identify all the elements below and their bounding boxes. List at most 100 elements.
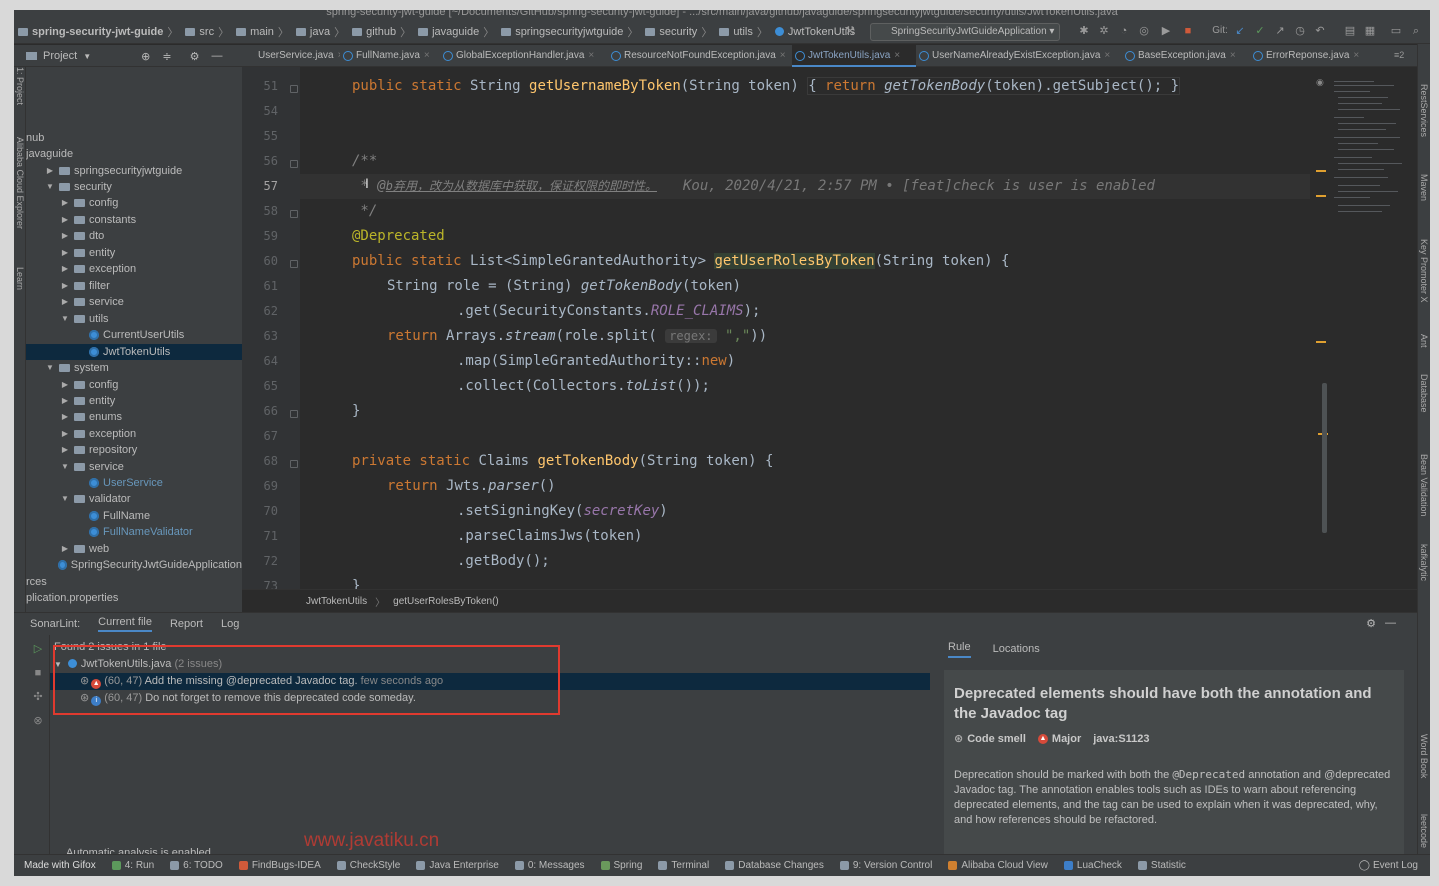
tree-item-config[interactable]: ▶ config — [26, 195, 242, 211]
tree-item-repository[interactable]: ▶ repository — [26, 442, 242, 458]
tree-item-entity[interactable]: ▶ entity — [26, 393, 242, 409]
chevron-down-icon[interactable]: ▼ — [45, 179, 55, 195]
close-icon[interactable]: × — [1353, 50, 1359, 61]
run-icon[interactable]: ▶ — [1160, 25, 1172, 37]
project-panel-header[interactable]: Project ▼ ⊕ ≑ ⚙ — — [26, 45, 242, 67]
tool-checkstyle[interactable]: CheckStyle — [336, 860, 400, 871]
locate-icon[interactable]: ⊕ — [141, 50, 150, 63]
tree-item-validator[interactable]: ▼ validator — [26, 491, 242, 507]
close-icon[interactable]: × — [1104, 50, 1110, 61]
tree-item-filter[interactable]: ▶ filter — [26, 278, 242, 294]
nav-crumb-security[interactable]: security 〉 — [645, 24, 715, 40]
tab-locations[interactable]: Locations — [993, 643, 1040, 655]
line-number[interactable]: 51 — [248, 79, 278, 93]
chevron-down-icon[interactable]: ▼ — [60, 311, 70, 327]
search-icon[interactable]: ⌕ — [1410, 25, 1422, 37]
tree-item-nub[interactable]: nub — [26, 130, 242, 146]
chevron-right-icon[interactable]: ▶ — [60, 212, 70, 228]
chevron-right-icon[interactable]: ▶ — [60, 278, 70, 294]
close-icon[interactable]: × — [424, 50, 430, 61]
tab-current-file[interactable]: Current file — [98, 616, 152, 632]
nav-crumb-src[interactable]: src 〉 — [185, 24, 232, 40]
nav-crumb-main[interactable]: main 〉 — [236, 24, 292, 40]
tree-item-service[interactable]: ▼ service — [26, 459, 242, 475]
profile-icon[interactable]: ◎ — [1138, 25, 1150, 37]
tool-statistic[interactable]: Statistic — [1137, 860, 1186, 871]
tool-kafkalytic[interactable]: kafkalytic — [1419, 544, 1429, 581]
line-number[interactable]: 58 — [248, 204, 278, 218]
fold-toggle-icon[interactable] — [290, 85, 298, 93]
tree-item-enums[interactable]: ▶ enums — [26, 409, 242, 425]
tree-item-security[interactable]: ▼ security — [26, 179, 242, 195]
tree-item-exception[interactable]: ▶ exception — [26, 261, 242, 277]
tree-item-fullnamevalidator[interactable]: FullNameValidator — [26, 524, 242, 540]
revert-icon[interactable]: ↶ — [1314, 25, 1326, 37]
line-number[interactable]: 64 — [248, 354, 278, 368]
line-number[interactable]: 66 — [248, 404, 278, 418]
tool-run[interactable]: 4: Run — [111, 860, 154, 871]
line-number[interactable]: 60 — [248, 254, 278, 268]
stop-analysis-icon[interactable]: ■ — [32, 667, 44, 679]
nav-crumb-package[interactable]: springsecurityjwtguide 〉 — [501, 24, 641, 40]
line-number[interactable]: 56 — [248, 154, 278, 168]
tool-spring[interactable]: Spring — [600, 860, 642, 871]
tree-item-utils[interactable]: ▼ utils — [26, 311, 242, 327]
tool-database[interactable]: Database — [1419, 374, 1429, 413]
tree-item-javaguide[interactable]: javaguide — [26, 146, 242, 162]
warning-marker[interactable] — [1316, 170, 1326, 172]
tree-item-system[interactable]: ▼ system — [26, 360, 242, 376]
line-number[interactable]: 70 — [248, 504, 278, 518]
tab-rule[interactable]: Rule — [948, 641, 971, 658]
chevron-down-icon[interactable]: ▼ — [60, 491, 70, 507]
fold-toggle-icon[interactable] — [290, 160, 298, 168]
line-number[interactable]: 57 — [248, 179, 278, 193]
minimize-icon[interactable]: — — [1385, 617, 1396, 629]
fold-toggle-icon[interactable] — [290, 210, 298, 218]
tool-alibaba-explorer[interactable]: Alibaba Cloud Explorer — [15, 137, 25, 229]
tool-project[interactable]: 1: Project — [15, 67, 25, 105]
nav-crumb-github[interactable]: github 〉 — [352, 24, 414, 40]
tool-findbugs[interactable]: FindBugs-IDEA — [238, 860, 321, 871]
tab-userservice[interactable]: UserService.java× — [242, 45, 340, 67]
tree-item-userservice[interactable]: UserService — [26, 475, 242, 491]
line-number[interactable]: 69 — [248, 479, 278, 493]
chevron-down-icon[interactable]: ▼ — [60, 459, 70, 475]
close-icon[interactable]: × — [1230, 50, 1236, 61]
nav-crumb-utils[interactable]: utils 〉 — [719, 24, 771, 40]
build-hammer-icon[interactable]: ⚒ — [844, 25, 856, 37]
event-log[interactable]: ◯ Event Log — [1359, 860, 1418, 871]
chevron-right-icon[interactable]: ▶ — [60, 261, 70, 277]
history-icon[interactable]: ◷ — [1294, 25, 1306, 37]
tab-baseexception[interactable]: BaseException.java × — [1122, 45, 1250, 67]
hide-icon[interactable]: — — [211, 50, 222, 62]
git-update-icon[interactable]: ↙ — [1234, 25, 1246, 37]
tool-version-control[interactable]: 9: Version Control — [839, 860, 932, 871]
tool-maven[interactable]: Maven — [1419, 174, 1429, 201]
line-number[interactable]: 67 — [248, 429, 278, 443]
line-number[interactable]: 54 — [248, 104, 278, 118]
tool-bean-validation[interactable]: Bean Validation — [1419, 454, 1429, 516]
tab-log[interactable]: Log — [221, 618, 239, 630]
nav-crumb-javaguide[interactable]: javaguide 〉 — [418, 24, 497, 40]
tab-globalexceptionhandler[interactable]: GlobalExceptionHandler.java × — [440, 45, 608, 67]
tab-fullname[interactable]: FullName.java × — [340, 45, 440, 67]
tool-alibaba-cloud[interactable]: Alibaba Cloud View — [948, 860, 1048, 871]
tree-item-service[interactable]: ▶ service — [26, 294, 242, 310]
line-number[interactable]: 59 — [248, 229, 278, 243]
collapse-icon[interactable]: ≑ — [162, 50, 171, 63]
close-icon[interactable]: × — [588, 50, 594, 61]
chevron-right-icon[interactable]: ▶ — [60, 541, 70, 557]
project-structure-icon[interactable]: ▤ — [1344, 25, 1356, 37]
line-number[interactable]: 61 — [248, 279, 278, 293]
tool-messages[interactable]: 0: Messages — [514, 860, 585, 871]
tree-item-springsecurityjwtguideapplication[interactable]: SpringSecurityJwtGuideApplication — [26, 557, 242, 573]
tool-luacheck[interactable]: LuaCheck — [1063, 860, 1122, 871]
warning-marker[interactable] — [1316, 341, 1326, 343]
line-number[interactable]: 71 — [248, 529, 278, 543]
clear-icon[interactable]: ⊗ — [32, 715, 44, 727]
tool-word-book[interactable]: Word Book — [1419, 734, 1429, 778]
tree-item-fullname[interactable]: FullName — [26, 508, 242, 524]
fold-toggle-icon[interactable] — [290, 460, 298, 468]
chevron-right-icon[interactable]: ▶ — [45, 163, 55, 179]
tool-database-changes[interactable]: Database Changes — [725, 860, 824, 871]
